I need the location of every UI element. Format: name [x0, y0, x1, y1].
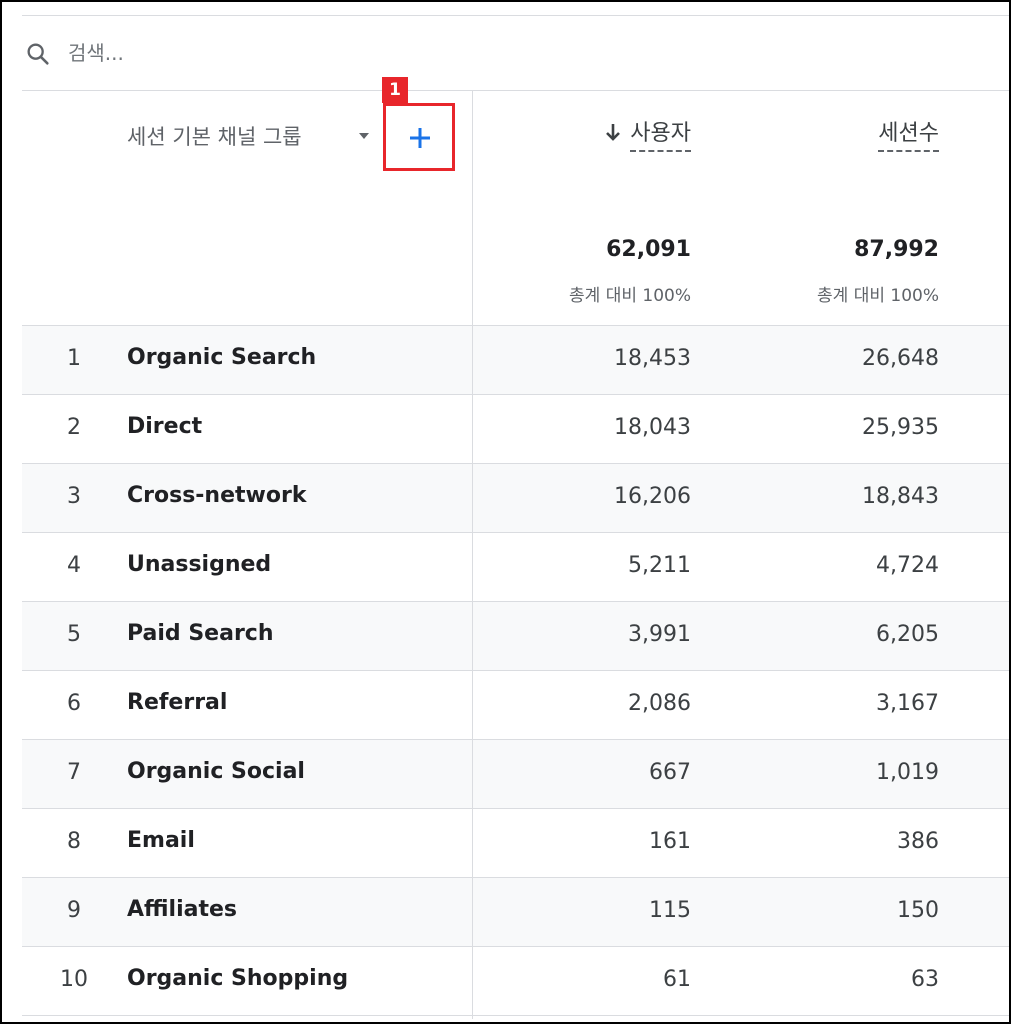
row-users-value: 2,086 [628, 691, 691, 716]
dimension-header-label[interactable]: 세션 기본 채널 그룹 [127, 121, 302, 151]
row-index: 6 [67, 691, 81, 716]
search-icon[interactable] [24, 40, 52, 68]
arrow-down-icon [606, 124, 621, 141]
row-index: 9 [67, 898, 81, 923]
table-row[interactable]: 6 Referral 2,086 3,167 [22, 671, 1009, 740]
row-channel-name: Email [127, 828, 195, 853]
row-channel-name: Unassigned [127, 552, 272, 577]
row-index: 1 [67, 346, 81, 371]
row-users-value: 16,206 [614, 484, 691, 509]
row-sessions-value: 150 [897, 898, 939, 923]
row-users-value: 667 [649, 760, 691, 785]
table-row[interactable]: 5 Paid Search 3,991 6,205 [22, 602, 1009, 671]
report-table-frame: 세션 기본 채널 그룹 1 사용자 세션수 62,091 총계 대비 100% … [0, 0, 1011, 1024]
row-channel-name: Organic Search [127, 345, 317, 370]
row-users-value: 3,991 [628, 622, 691, 647]
table-header: 세션 기본 채널 그룹 1 사용자 세션수 62,091 총계 대비 100% … [22, 77, 1009, 326]
table-row[interactable]: 10 Organic Shopping 61 63 [22, 947, 1009, 1016]
row-sessions-value: 18,843 [862, 484, 939, 509]
column-divider [472, 91, 473, 1019]
row-index: 7 [67, 760, 81, 785]
row-channel-name: Direct [127, 414, 203, 439]
row-channel-name: Paid Search [127, 621, 274, 646]
row-index: 10 [60, 967, 88, 992]
total-users-percent: 총계 대비 100% [569, 286, 691, 306]
metric-header-sessions-label: 세션수 [878, 121, 939, 152]
total-sessions-value: 87,992 [854, 237, 939, 262]
table-row[interactable]: 3 Cross-network 16,206 18,843 [22, 464, 1009, 533]
row-channel-name: Cross-network [127, 483, 307, 508]
row-sessions-value: 25,935 [862, 415, 939, 440]
row-index: 5 [67, 622, 81, 647]
total-sessions-percent: 총계 대비 100% [817, 286, 939, 306]
row-users-value: 161 [649, 829, 691, 854]
search-input[interactable] [68, 36, 468, 70]
row-users-value: 18,453 [614, 346, 691, 371]
metric-header-sessions[interactable]: 세션수 [878, 115, 939, 152]
row-index: 3 [67, 484, 81, 509]
row-channel-name: Affiliates [127, 897, 238, 922]
row-sessions-value: 6,205 [876, 622, 939, 647]
row-sessions-value: 4,724 [876, 553, 939, 578]
row-channel-name: Referral [127, 690, 228, 715]
row-users-value: 115 [649, 898, 691, 923]
row-sessions-value: 26,648 [862, 346, 939, 371]
row-sessions-value: 386 [897, 829, 939, 854]
table-row[interactable]: 9 Affiliates 115 150 [22, 878, 1009, 947]
row-users-value: 61 [663, 967, 691, 992]
row-index: 4 [67, 553, 81, 578]
row-sessions-value: 63 [911, 967, 939, 992]
table-row[interactable]: 8 Email 161 386 [22, 809, 1009, 878]
metric-header-users-label: 사용자 [630, 121, 691, 152]
table-row[interactable]: 2 Direct 18,043 25,935 [22, 395, 1009, 464]
table-row[interactable]: 7 Organic Social 667 1,019 [22, 740, 1009, 809]
row-sessions-value: 3,167 [876, 691, 939, 716]
table-body: 1 Organic Search 18,453 26,648 2 Direct … [22, 326, 1009, 1016]
search-bar [22, 16, 1009, 91]
table-row[interactable]: 1 Organic Search 18,453 26,648 [22, 326, 1009, 395]
table-row[interactable]: 4 Unassigned 5,211 4,724 [22, 533, 1009, 602]
row-sessions-value: 1,019 [876, 760, 939, 785]
caret-down-icon[interactable] [356, 131, 372, 141]
plus-icon [410, 128, 430, 148]
total-users-value: 62,091 [606, 237, 691, 262]
row-index: 8 [67, 829, 81, 854]
add-dimension-button[interactable] [383, 103, 455, 171]
row-channel-name: Organic Social [127, 759, 305, 784]
row-users-value: 5,211 [628, 553, 691, 578]
metric-header-users[interactable]: 사용자 [604, 115, 691, 152]
row-index: 2 [67, 415, 81, 440]
annotation-badge: 1 [382, 77, 408, 103]
row-channel-name: Organic Shopping [127, 966, 349, 991]
row-users-value: 18,043 [614, 415, 691, 440]
